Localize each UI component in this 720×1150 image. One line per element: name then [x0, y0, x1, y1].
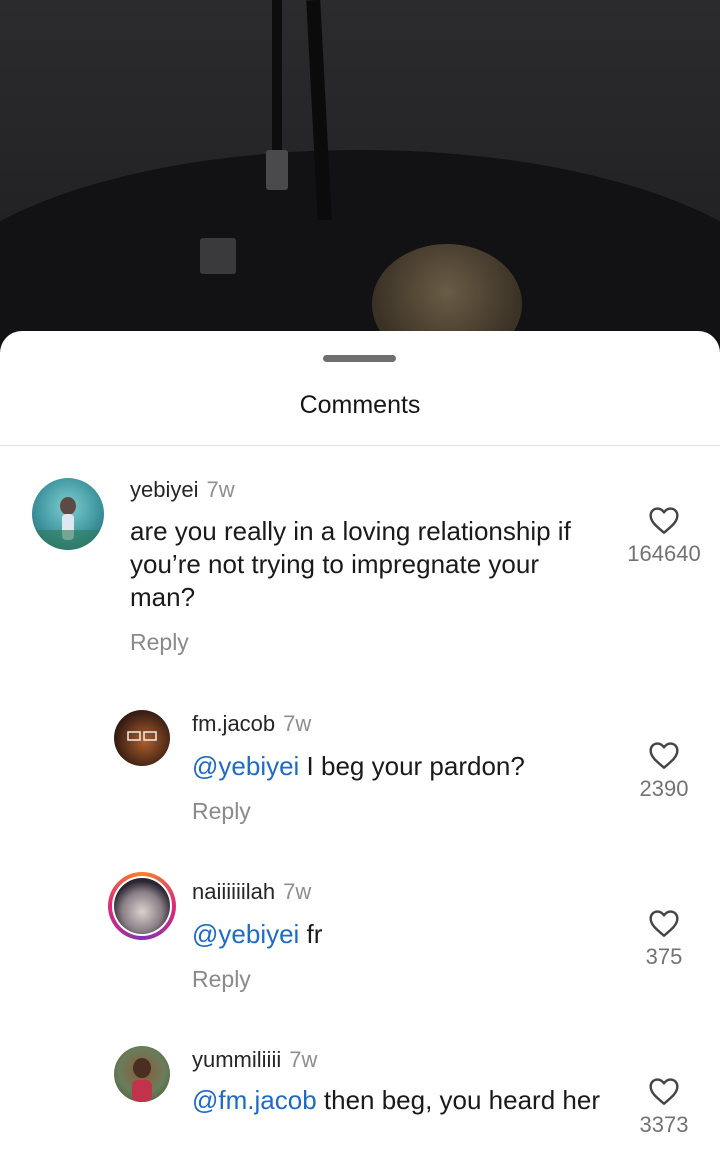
comment-time: 7w [289, 1047, 318, 1072]
reply-item: fm.jacob 7w @yebiyei I beg your pardon? R… [0, 706, 720, 846]
reply-item: naiiiiiilah 7w @yebiyei fr Reply 375 [0, 872, 720, 1014]
avatar-face [127, 731, 157, 741]
video-scene-mic-stand [272, 0, 282, 160]
comment-text: are you really in a loving relationship … [130, 515, 610, 614]
video-scene-clamp [266, 150, 288, 190]
video-scene-wall [0, 150, 720, 360]
heart-outline-icon [649, 1078, 679, 1105]
avatar-figure [132, 1058, 152, 1102]
comment-username[interactable]: naiiiiiilah [192, 879, 275, 904]
like-count: 3373 [639, 1112, 689, 1137]
comment-username[interactable]: fm.jacob [192, 711, 275, 736]
heart-outline-icon [649, 742, 679, 769]
reply-item: yummiliiii 7w @fm.jacob then beg, you hea… [0, 1042, 720, 1150]
reply-button[interactable]: Reply [192, 966, 251, 993]
avatar[interactable] [32, 478, 104, 550]
like-button[interactable]: 164640 [619, 505, 709, 567]
comment-header: yummiliiii 7w [192, 1047, 317, 1073]
comment-body: fr [299, 919, 323, 949]
avatar-figure [32, 497, 104, 550]
comment-username[interactable]: yummiliiii [192, 1047, 281, 1072]
mention-link[interactable]: @fm.jacob [192, 1085, 317, 1115]
comment-time: 7w [283, 711, 312, 736]
reply-button[interactable]: Reply [130, 629, 189, 656]
comment-body: are you really in a loving relationship … [130, 516, 571, 612]
comment-item: yebiyei 7w are you really in a loving rel… [0, 471, 720, 671]
comment-text: @yebiyei I beg your pardon? [192, 750, 602, 783]
video-scene-outlet [200, 238, 236, 274]
comment-header: naiiiiiilah 7w [192, 879, 311, 905]
comments-sheet: Comments yebiyei 7w are you really in a l… [0, 331, 720, 1150]
drag-handle[interactable] [323, 355, 396, 362]
heart-outline-icon [649, 910, 679, 937]
comment-text: @yebiyei fr [192, 918, 602, 951]
comment-time: 7w [206, 477, 235, 502]
mention-link[interactable]: @yebiyei [192, 751, 299, 781]
comment-body: then beg, you heard her [316, 1085, 600, 1115]
like-count: 2390 [639, 776, 689, 801]
video-background[interactable] [0, 0, 720, 360]
avatar-story-ring[interactable] [108, 872, 176, 940]
comment-time: 7w [283, 879, 312, 904]
comment-text: @fm.jacob then beg, you heard her [192, 1084, 602, 1117]
heart-outline-icon [649, 507, 679, 534]
comment-header: yebiyei 7w [130, 477, 235, 503]
mention-link[interactable]: @yebiyei [192, 919, 299, 949]
like-button[interactable]: 3373 [619, 1076, 709, 1138]
comment-username[interactable]: yebiyei [130, 477, 198, 502]
comment-body: I beg your pardon? [299, 751, 525, 781]
like-count: 375 [645, 944, 683, 969]
avatar-image [114, 878, 170, 934]
avatar [112, 876, 172, 936]
like-count: 164640 [627, 541, 701, 566]
like-button[interactable]: 2390 [619, 740, 709, 802]
like-button[interactable]: 375 [619, 908, 709, 970]
avatar[interactable] [114, 710, 170, 766]
comment-header: fm.jacob 7w [192, 711, 311, 737]
sheet-title: Comments [299, 391, 421, 419]
header-divider [0, 445, 720, 446]
reply-button[interactable]: Reply [192, 798, 251, 825]
avatar[interactable] [114, 1046, 170, 1102]
